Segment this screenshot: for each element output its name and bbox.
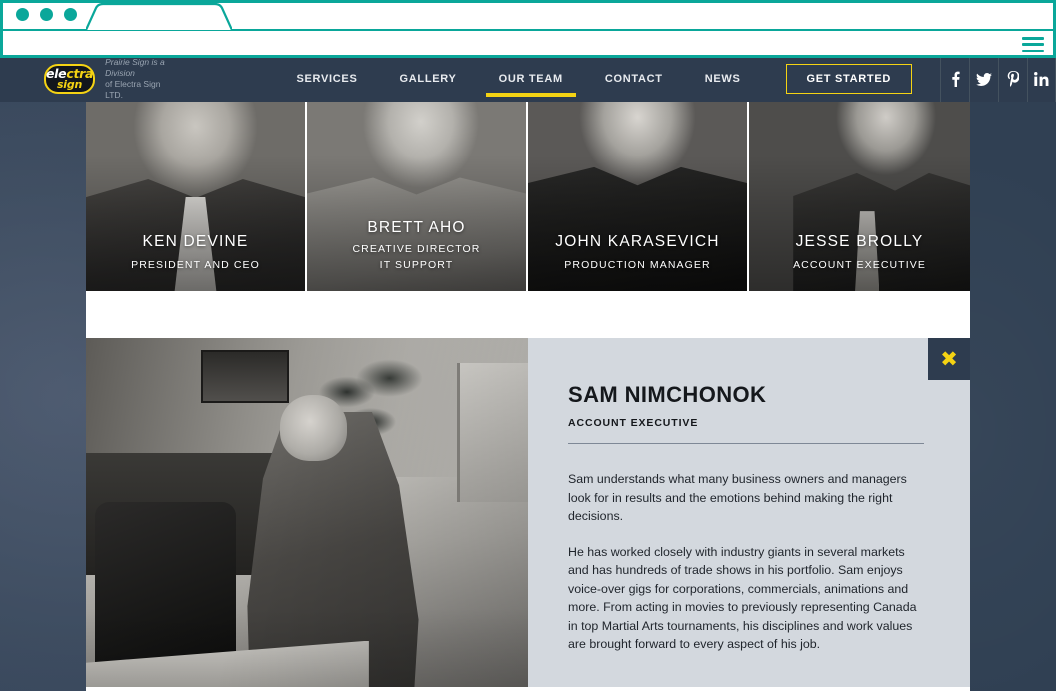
detail-member-role: ACCOUNT EXECUTIVE <box>568 417 699 429</box>
chrome-bottom-border <box>0 55 1056 58</box>
member-label: KEN DEVINE PRESIDENT AND CEO <box>86 233 305 273</box>
close-icon[interactable]: ✖ <box>928 338 970 380</box>
member-name: BRETT AHO <box>367 219 466 236</box>
pinterest-icon[interactable] <box>998 56 1027 102</box>
main-navigation: SERVICES GALLERY OUR TEAM CONTACT NEWS <box>275 56 761 102</box>
detail-divider <box>568 443 924 444</box>
browser-chrome <box>0 0 1056 58</box>
window-control-dot[interactable] <box>40 8 53 21</box>
facebook-icon[interactable] <box>940 56 969 102</box>
member-label: JOHN KARASEVICH PRODUCTION MANAGER <box>528 233 747 273</box>
detail-paragraph-1: Sam understands what many business owner… <box>568 472 907 523</box>
brand-logo[interactable]: electra sign Prairie Sign is a Division … <box>44 57 167 101</box>
tagline-line-2: of Electra Sign LTD. <box>105 79 161 100</box>
member-role-secondary: IT SUPPORT <box>379 259 454 271</box>
detail-content: ✖ SAM NIMCHONOK ACCOUNT EXECUTIVE Sam un… <box>528 338 970 691</box>
window-control-dot[interactable] <box>64 8 77 21</box>
social-links <box>940 56 1056 102</box>
member-name: JESSE BROLLY <box>795 233 924 250</box>
nav-item-news[interactable]: NEWS <box>684 56 762 102</box>
member-label: JESSE BROLLY ACCOUNT EXECUTIVE <box>749 233 970 273</box>
hamburger-icon[interactable] <box>1022 37 1044 52</box>
tagline-line-1: Prairie Sign is a Division <box>105 57 165 78</box>
website-viewport: electra sign Prairie Sign is a Division … <box>0 56 1056 691</box>
twitter-icon[interactable] <box>969 56 998 102</box>
member-role: CREATIVE DIRECTOR <box>352 243 481 255</box>
get-started-button[interactable]: GET STARTED <box>785 64 912 94</box>
photo-vignette <box>86 338 528 691</box>
member-name: KEN DEVINE <box>142 233 249 250</box>
nav-item-services[interactable]: SERVICES <box>275 56 378 102</box>
brand-tagline: Prairie Sign is a Division of Electra Si… <box>105 57 167 101</box>
browser-tab[interactable] <box>86 3 232 31</box>
logo-badge: electra sign <box>44 64 96 94</box>
nav-item-our-team[interactable]: OUR TEAM <box>478 56 584 102</box>
window-control-dot[interactable] <box>16 8 29 21</box>
member-role: ACCOUNT EXECUTIVE <box>793 259 926 271</box>
linkedin-icon[interactable] <box>1027 56 1056 102</box>
nav-item-contact[interactable]: CONTACT <box>584 56 684 102</box>
page-background: electra sign Prairie Sign is a Division … <box>0 0 1056 691</box>
member-role: PRODUCTION MANAGER <box>564 259 711 271</box>
detail-photo <box>86 338 528 691</box>
member-detail-panel: ✖ SAM NIMCHONOK ACCOUNT EXECUTIVE Sam un… <box>86 338 970 691</box>
member-name: JOHN KARASEVICH <box>555 233 720 250</box>
logo-text-bottom: sign <box>56 78 83 92</box>
member-role: PRESIDENT AND CEO <box>131 259 260 271</box>
nav-item-gallery[interactable]: GALLERY <box>379 56 478 102</box>
site-header: electra sign Prairie Sign is a Division … <box>0 56 1056 102</box>
detail-member-name: SAM NIMCHONOK <box>568 382 767 407</box>
detail-paragraph-2: He has worked closely with industry gian… <box>568 544 917 652</box>
window-controls[interactable] <box>16 8 77 21</box>
page-sheet-bottom-edge <box>86 687 970 691</box>
member-label: BRETT AHO CREATIVE DIRECTOR IT SUPPORT <box>307 219 526 273</box>
